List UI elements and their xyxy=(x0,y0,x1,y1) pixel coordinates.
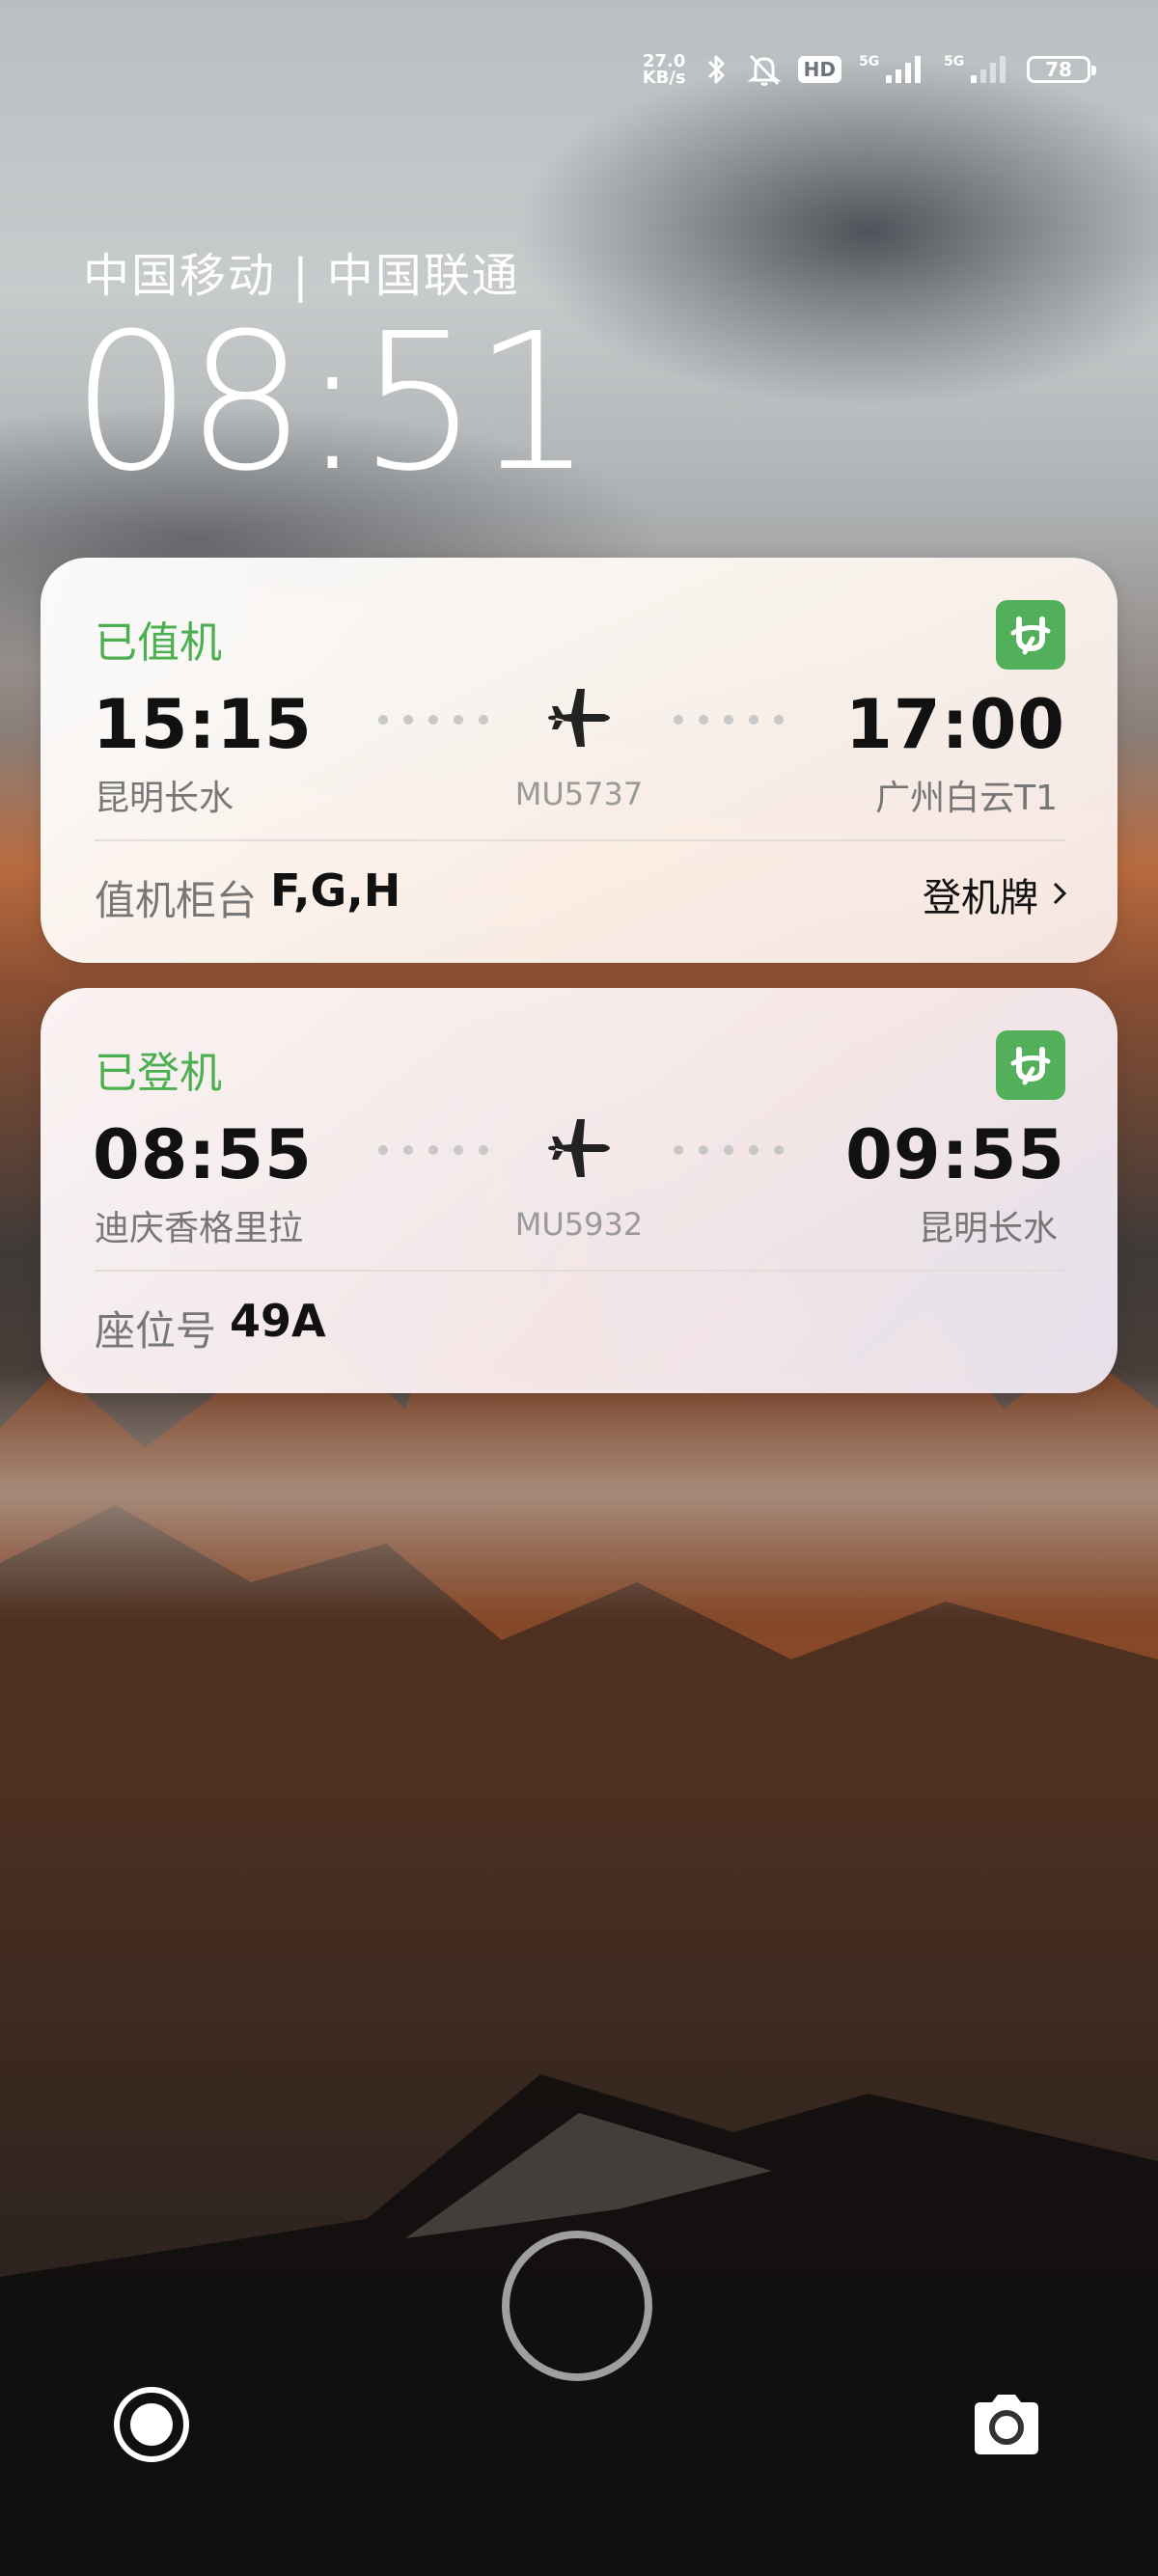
network-speed-unit: KB/s xyxy=(642,68,686,88)
hd-icon: HD xyxy=(797,56,841,83)
flight-card[interactable]: 已值机 15:15 昆明长水 MU5737 17:00 广州白云T1 值机柜台 … xyxy=(41,558,1117,963)
shortcut-icon[interactable] xyxy=(114,2387,189,2462)
mute-icon xyxy=(746,52,783,87)
flight-status: 已登机 xyxy=(95,1049,222,1098)
svg-text:5G: 5G xyxy=(859,54,879,69)
bluetooth-icon xyxy=(702,53,731,86)
signal-5g-icon: 5G xyxy=(857,52,926,87)
plane-icon xyxy=(542,679,620,760)
boarding-pass-link[interactable]: 登机牌 xyxy=(923,866,1067,922)
arrival-airport: 昆明长水 xyxy=(918,1209,1058,1248)
chevron-right-icon xyxy=(1052,872,1067,917)
route-dots-right xyxy=(674,1145,784,1155)
checkin-counter-label: 值机柜台 xyxy=(95,877,258,924)
checkin-counter-value: F,G,H xyxy=(270,864,401,917)
arrival-airport: 广州白云T1 xyxy=(875,779,1058,818)
arrival-time: 09:55 xyxy=(845,1115,1065,1194)
departure-time: 08:55 xyxy=(93,1115,313,1194)
camera-icon[interactable] xyxy=(969,2391,1044,2458)
battery-icon: 78 xyxy=(1027,56,1096,83)
route-dots-left xyxy=(378,715,488,725)
flight-status: 已值机 xyxy=(95,618,222,668)
flight-card[interactable]: 已登机 08:55 迪庆香格里拉 MU5932 09:55 昆明长水 座位号 4… xyxy=(41,988,1117,1393)
route-dots-left xyxy=(378,1145,488,1155)
airline-logo-icon xyxy=(996,600,1065,670)
seat-value: 49A xyxy=(230,1295,326,1347)
boarding-pass-label: 登机牌 xyxy=(923,876,1038,920)
route-dots-right xyxy=(674,715,784,725)
signal-5g-secondary-icon: 5G xyxy=(942,52,1011,87)
battery-level: 78 xyxy=(1045,58,1072,81)
shortcut-icon-dot xyxy=(130,2403,173,2446)
status-bar: 27.0 KB/s HD 5G 5G 78 xyxy=(642,42,1096,96)
arrival-time: 17:00 xyxy=(845,685,1065,764)
plane-icon xyxy=(542,1110,620,1191)
lockscreen-clock: 08:51 xyxy=(71,293,593,513)
svg-text:5G: 5G xyxy=(944,54,964,69)
card-divider xyxy=(95,1270,1065,1272)
flight-route xyxy=(378,1111,784,1189)
hd-label: HD xyxy=(797,56,841,83)
seat-label: 座位号 xyxy=(95,1307,217,1355)
airline-logo-icon xyxy=(996,1030,1065,1100)
network-speed: 27.0 KB/s xyxy=(642,53,686,88)
flight-route xyxy=(378,681,784,758)
departure-time: 15:15 xyxy=(93,685,313,764)
fingerprint-ring-icon[interactable] xyxy=(502,2231,652,2381)
card-divider xyxy=(95,839,1065,841)
